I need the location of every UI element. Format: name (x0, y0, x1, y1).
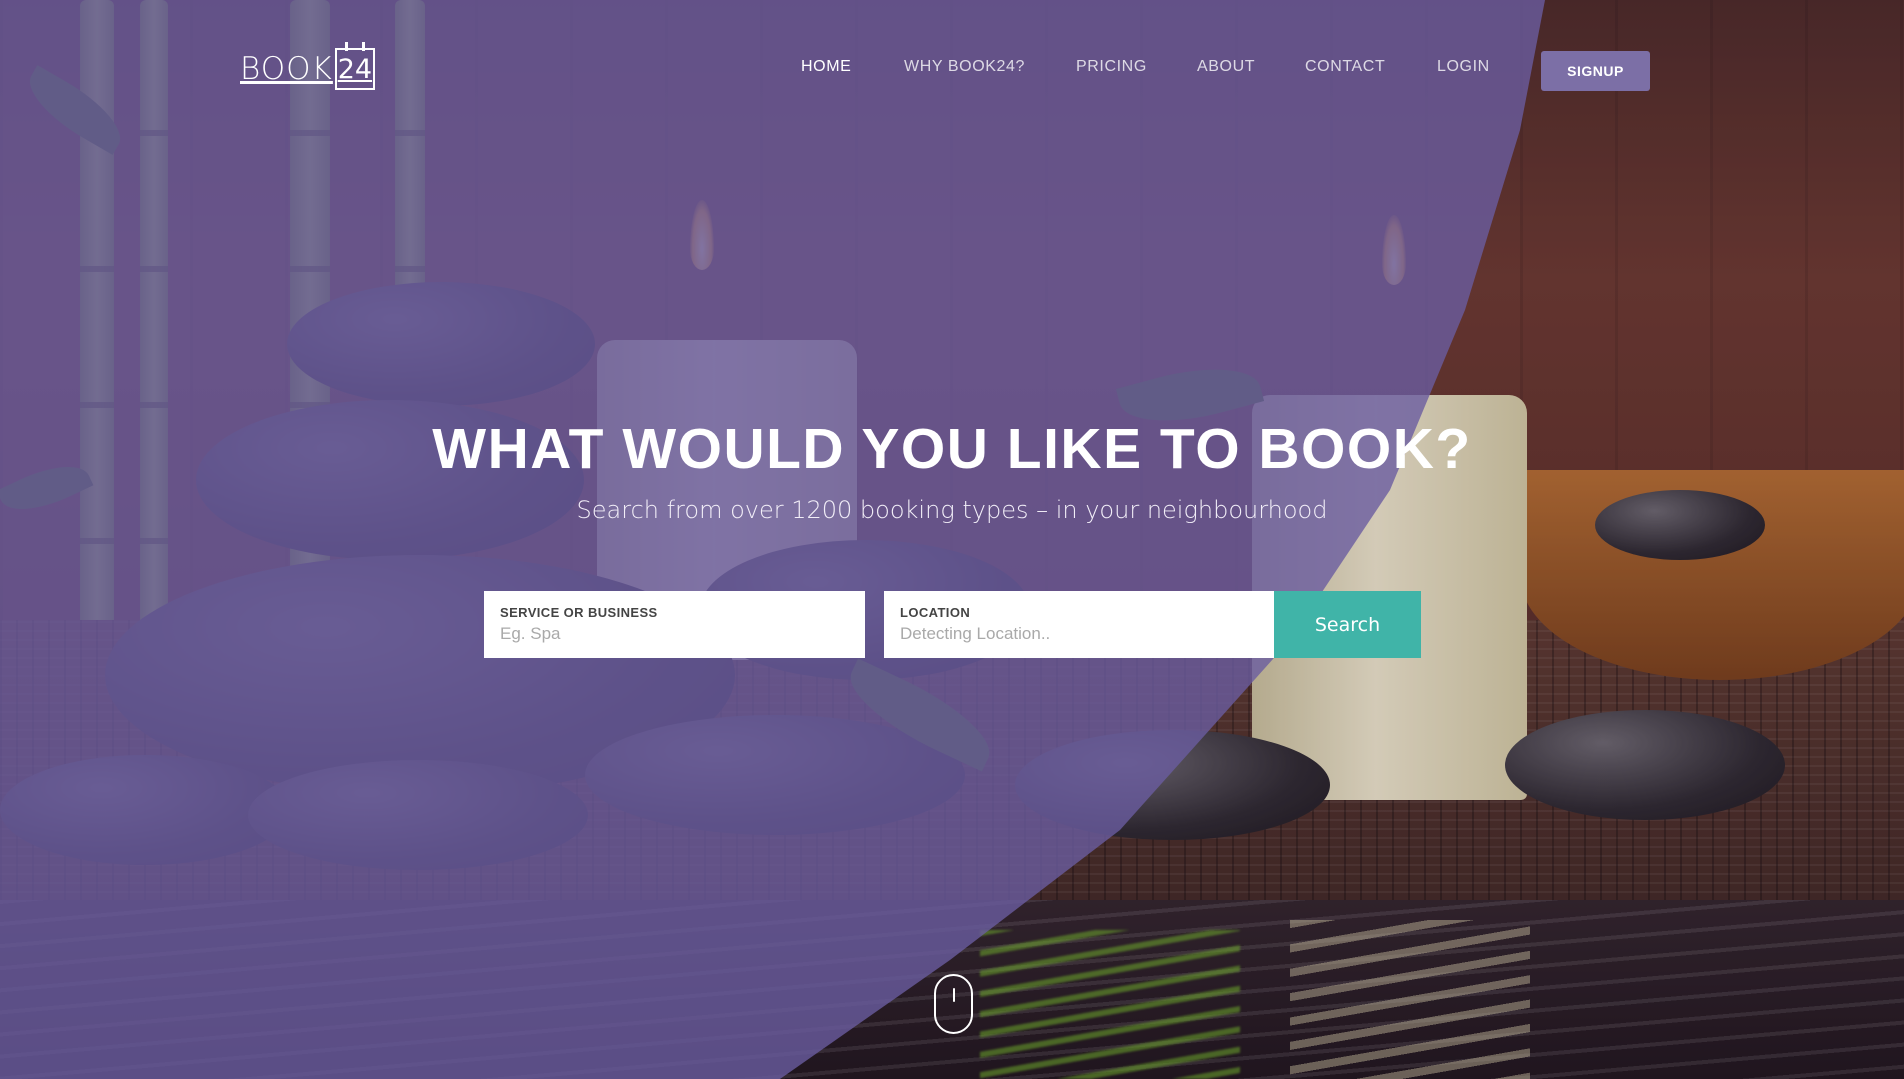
location-input[interactable] (900, 624, 1258, 644)
nav-about[interactable]: ABOUT (1197, 58, 1255, 76)
hero-title: WHAT WOULD YOU LIKE TO BOOK? (432, 417, 1472, 481)
service-input[interactable] (500, 624, 849, 644)
nav-home[interactable]: HOME (801, 58, 851, 76)
nav-why-book24[interactable]: WHY BOOK24? (904, 58, 1025, 76)
nav-login[interactable]: LOGIN (1437, 58, 1490, 76)
mouse-scroll-icon[interactable] (934, 974, 973, 1034)
service-field[interactable]: SERVICE OR BUSINESS (484, 591, 865, 658)
nav-contact[interactable]: CONTACT (1305, 58, 1385, 76)
search-button[interactable]: Search (1274, 591, 1421, 658)
location-field[interactable]: LOCATION (884, 591, 1274, 658)
signup-button[interactable]: SIGNUP (1541, 51, 1650, 91)
nav-pricing[interactable]: PRICING (1076, 58, 1147, 76)
hero-subtitle: Search from over 1200 booking types – in… (576, 496, 1328, 524)
location-label: LOCATION (900, 605, 971, 620)
service-label: SERVICE OR BUSINESS (500, 605, 658, 620)
